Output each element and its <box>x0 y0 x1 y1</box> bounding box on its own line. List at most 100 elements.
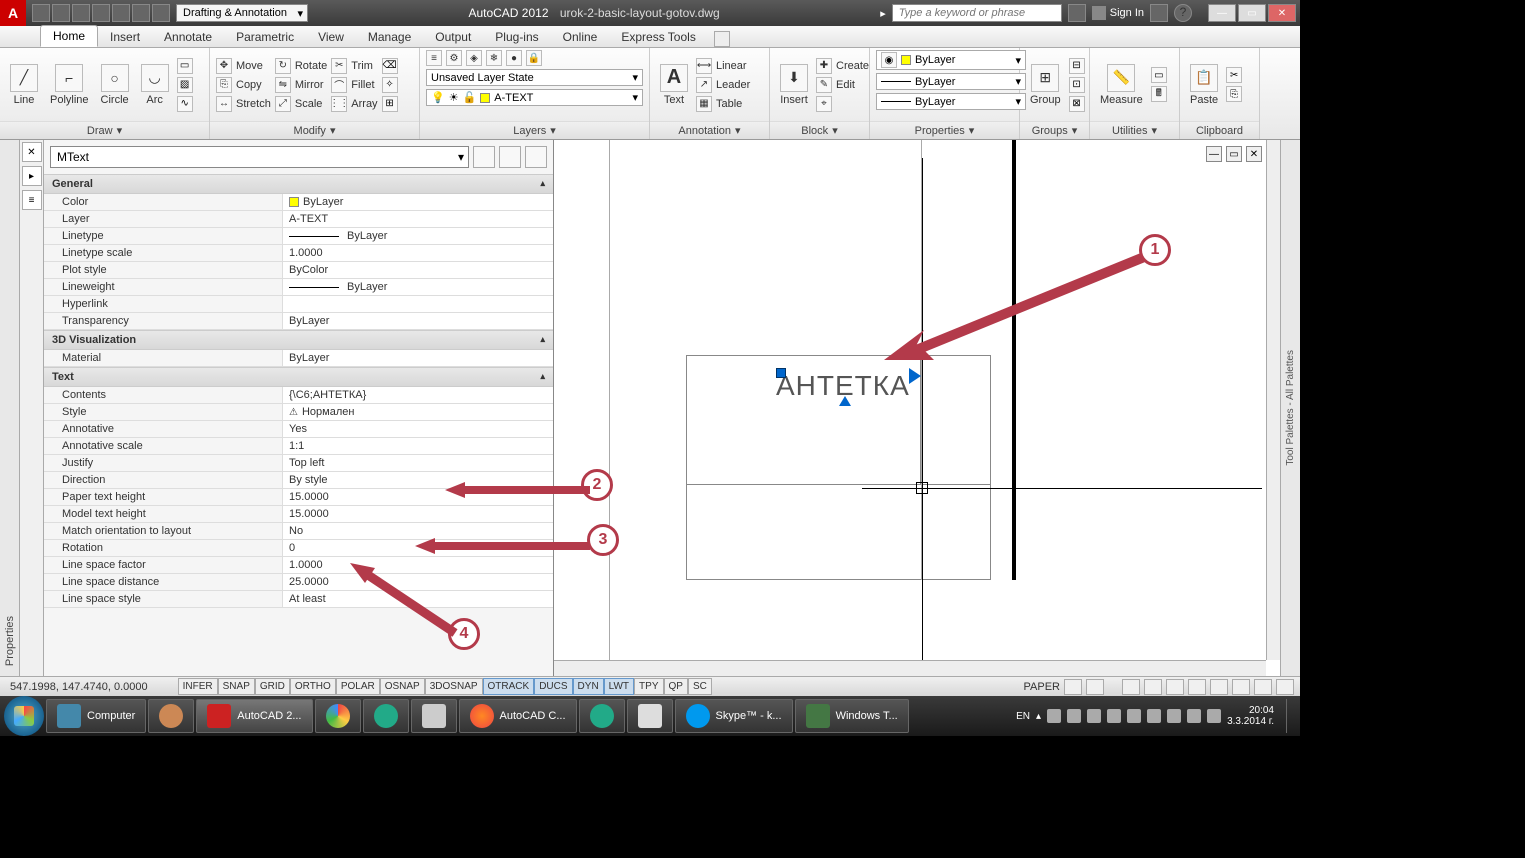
section-general[interactable]: General▴ <box>44 174 553 194</box>
status-toggle-polar[interactable]: POLAR <box>336 678 380 695</box>
mirror-button[interactable]: ⇋Mirror <box>275 77 327 93</box>
layer-state-dropdown[interactable]: Unsaved Layer State▾ <box>426 69 643 86</box>
annoscale-icon[interactable] <box>1122 679 1140 695</box>
prop-value[interactable]: 1:1 <box>282 438 553 454</box>
text-button[interactable]: AText <box>656 62 692 108</box>
prop-row-style[interactable]: Style⚠Нормален <box>44 404 553 421</box>
copy-button[interactable]: ⎘Copy <box>216 77 271 93</box>
qat-saveas-icon[interactable] <box>92 4 110 22</box>
prop-value[interactable]: ByLayer <box>282 279 553 295</box>
task-skype[interactable]: Skype™ - k... <box>675 699 793 733</box>
copy-clip-icon[interactable]: ⎘ <box>1226 86 1242 102</box>
group-edit-icon[interactable]: ⊡ <box>1069 77 1085 93</box>
prop-value[interactable]: 1.0000 <box>282 245 553 261</box>
prop-row-justify[interactable]: JustifyTop left <box>44 455 553 472</box>
taskbar-clock[interactable]: 20:04 3.3.2014 г. <box>1227 705 1280 727</box>
task-app1[interactable] <box>363 699 409 733</box>
spline-icon[interactable]: ∿ <box>177 96 193 112</box>
fillet-button[interactable]: ⌒Fillet <box>331 77 377 93</box>
drawing-canvas[interactable]: АНТЕТКА 1 2 3 <box>554 140 1266 660</box>
circle-button[interactable]: ○Circle <box>97 62 133 108</box>
quick-select-icon[interactable] <box>525 146 547 168</box>
select-icon[interactable]: ▭ <box>1151 67 1167 83</box>
maximize-button[interactable]: ▭ <box>1238 4 1266 22</box>
prop-row-line-space-style[interactable]: Line space styleAt least <box>44 591 553 608</box>
offset-icon[interactable]: ⊞ <box>382 96 398 112</box>
tray-icon-5[interactable] <box>1127 709 1141 723</box>
status-toggle-otrack[interactable]: OTRACK <box>483 678 535 695</box>
create-button[interactable]: ✚Create <box>816 58 869 74</box>
show-desktop-button[interactable] <box>1286 699 1296 733</box>
stretch-button[interactable]: ↔Stretch <box>216 96 271 112</box>
tray-icon-1[interactable] <box>1047 709 1061 723</box>
tab-annotate[interactable]: Annotate <box>152 27 224 47</box>
group-button[interactable]: ⊞Group <box>1026 62 1065 108</box>
qat-undo-icon[interactable] <box>132 4 150 22</box>
layer-current-dropdown[interactable]: 💡☀🔓A-TEXT▾ <box>426 89 643 106</box>
layer-lock-icon[interactable]: 🔒 <box>526 50 542 66</box>
tray-show-hidden-icon[interactable]: ▴ <box>1036 711 1041 722</box>
tray-battery-icon[interactable] <box>1167 709 1181 723</box>
tray-icon-2[interactable] <box>1067 709 1081 723</box>
tab-parametric[interactable]: Parametric <box>224 27 306 47</box>
lang-indicator[interactable]: EN <box>1016 711 1030 722</box>
app-icon[interactable]: A <box>0 0 26 26</box>
properties-sidebar-handle[interactable]: Properties <box>0 140 20 676</box>
hatch-icon[interactable]: ▨ <box>177 77 193 93</box>
layer-iso-icon[interactable]: ◈ <box>466 50 482 66</box>
exchange-icon[interactable] <box>1150 4 1168 22</box>
tab-home[interactable]: Home <box>40 25 98 47</box>
tray-flag-icon[interactable] <box>1187 709 1201 723</box>
lineweight-dropdown[interactable]: ByLayer▾ <box>876 73 1026 90</box>
leader-button[interactable]: ↗Leader <box>696 77 750 93</box>
layer-states-icon[interactable]: ⚙ <box>446 50 462 66</box>
horizontal-scrollbar[interactable] <box>554 660 1266 676</box>
tray-network-icon[interactable] <box>1107 709 1121 723</box>
prop-row-hyperlink[interactable]: Hyperlink <box>44 296 553 313</box>
vertical-scrollbar[interactable] <box>1266 140 1280 660</box>
tab-view[interactable]: View <box>306 27 356 47</box>
task-calc[interactable] <box>627 699 673 733</box>
task-wintools[interactable]: Windows T... <box>795 699 909 733</box>
prop-value[interactable]: Top left <box>282 455 553 471</box>
tool-palettes-handle[interactable]: Tool Palettes - All Palettes <box>1280 140 1300 676</box>
prop-value[interactable]: ByLayer <box>282 228 553 244</box>
status-toggle-snap[interactable]: SNAP <box>218 678 255 695</box>
tray-icon-9[interactable] <box>1207 709 1221 723</box>
toolbar-lock-icon[interactable] <box>1210 679 1228 695</box>
status-toggle-lwt[interactable]: LWT <box>604 678 634 695</box>
status-toggle-3dosnap[interactable]: 3DOSNAP <box>425 678 483 695</box>
prop-value[interactable] <box>282 296 553 312</box>
section-text[interactable]: Text▴ <box>44 367 553 387</box>
vp-max-icon[interactable]: ▭ <box>1226 146 1242 162</box>
qat-new-icon[interactable] <box>32 4 50 22</box>
scale-button[interactable]: ⤢Scale <box>275 96 327 112</box>
prop-row-contents[interactable]: Contents{\C6;АНТЕТКА} <box>44 387 553 404</box>
prop-row-plot-style[interactable]: Plot styleByColor <box>44 262 553 279</box>
rotate-button[interactable]: ↻Rotate <box>275 58 327 74</box>
task-app2[interactable] <box>411 699 457 733</box>
prop-menu-icon[interactable]: ≡ <box>22 190 42 210</box>
task-autocad[interactable]: AutoCAD 2... <box>196 699 312 733</box>
prop-row-annotative[interactable]: AnnotativeYes <box>44 421 553 438</box>
prop-value[interactable]: Yes <box>282 421 553 437</box>
status-toggle-osnap[interactable]: OSNAP <box>380 678 425 695</box>
prop-row-material[interactable]: MaterialByLayer <box>44 350 553 367</box>
tab-manage[interactable]: Manage <box>356 27 423 47</box>
workspace-dropdown[interactable]: Drafting & Annotation <box>176 4 308 22</box>
section-3d-viz[interactable]: 3D Visualization▴ <box>44 330 553 350</box>
task-computer[interactable]: Computer <box>46 699 146 733</box>
object-type-dropdown[interactable]: MText <box>50 146 469 168</box>
prop-row-linetype[interactable]: LinetypeByLayer <box>44 228 553 245</box>
tab-online[interactable]: Online <box>551 27 610 47</box>
cut-icon[interactable]: ✂ <box>1226 67 1242 83</box>
prop-pin-icon[interactable]: ▸ <box>22 166 42 186</box>
prop-value[interactable]: ByLayer <box>282 313 553 329</box>
status-toggle-qp[interactable]: QP <box>664 678 688 695</box>
status-toggle-grid[interactable]: GRID <box>255 678 290 695</box>
rect-icon[interactable]: ▭ <box>177 58 193 74</box>
quickcalc-icon[interactable]: 🖩 <box>1151 86 1167 102</box>
prop-row-layer[interactable]: LayerA-TEXT <box>44 211 553 228</box>
move-button[interactable]: ✥Move <box>216 58 271 74</box>
prop-value[interactable]: 15.0000 <box>282 506 553 522</box>
